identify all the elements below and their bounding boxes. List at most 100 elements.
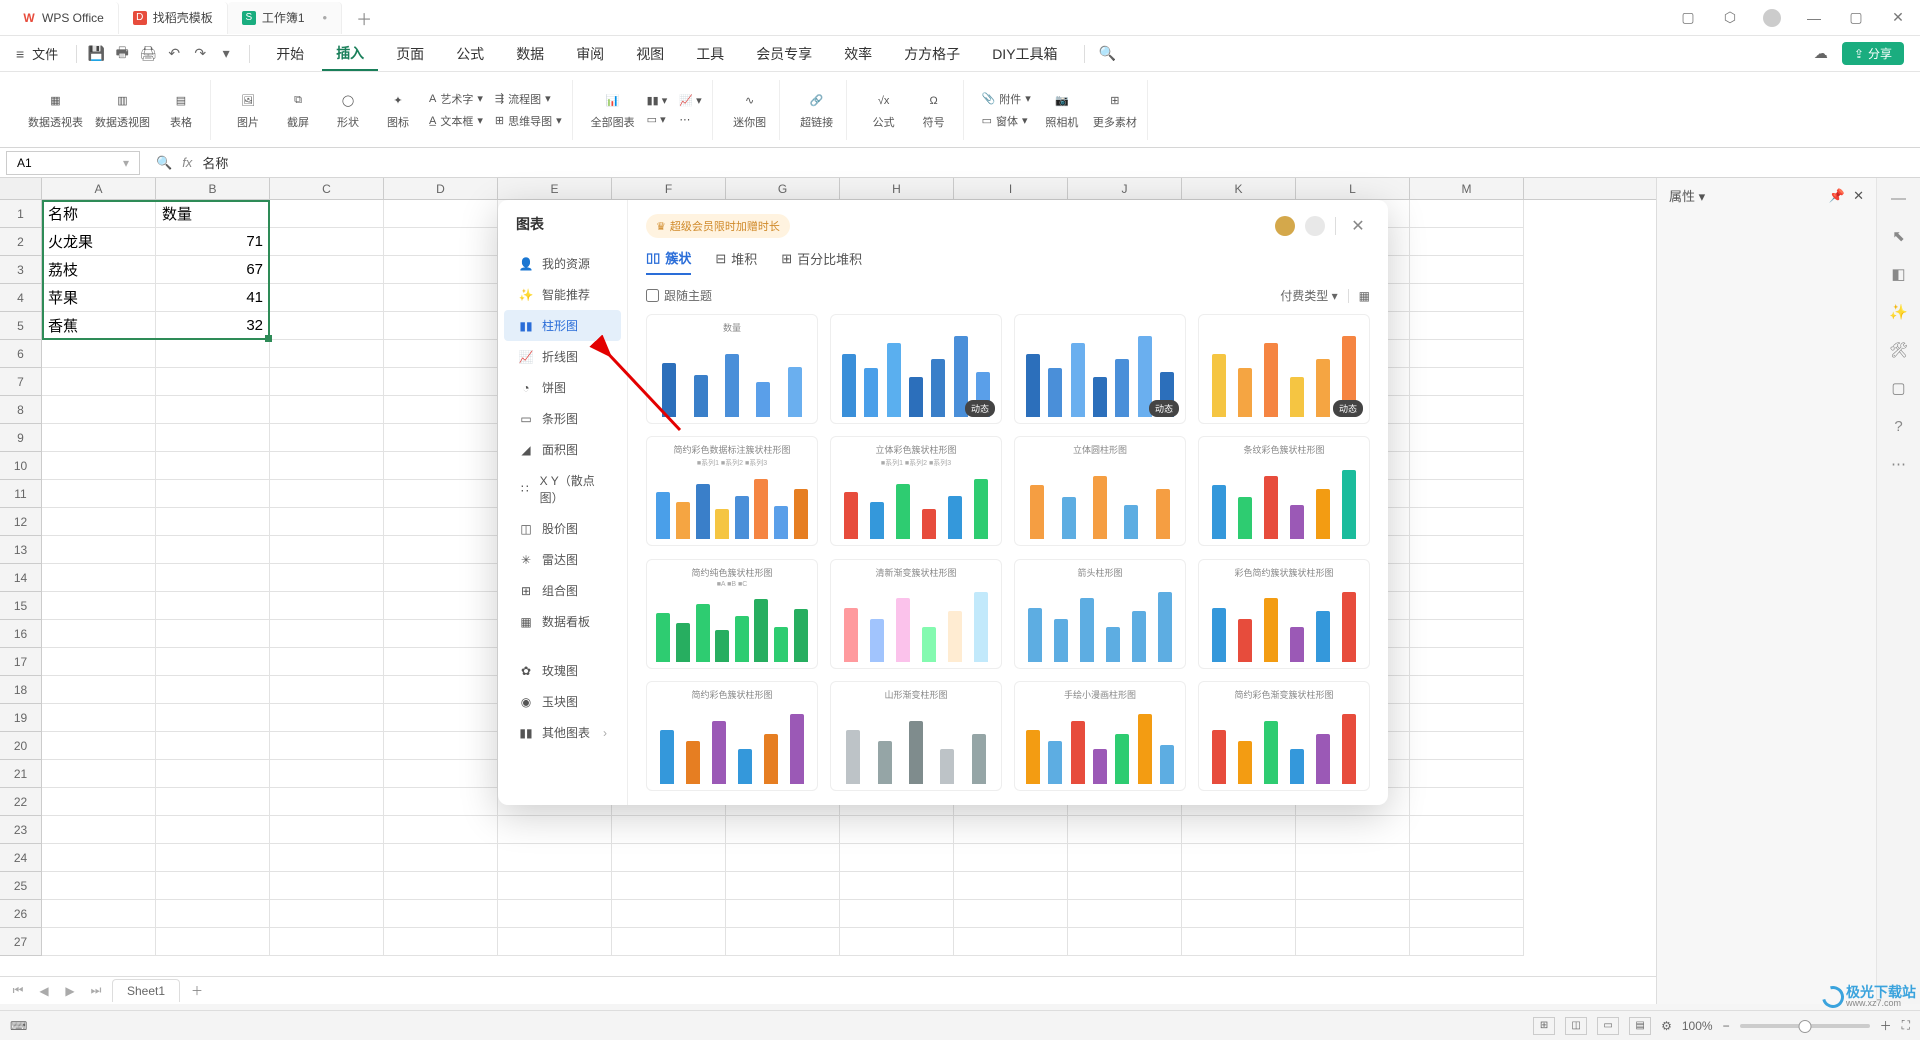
picture-button[interactable]: 🖼图片 (225, 81, 271, 139)
equation-button[interactable]: √x公式 (861, 81, 907, 139)
attachment-button[interactable]: 📎附件 ▾ (978, 89, 1035, 109)
column-chart-icon[interactable]: ▭ ▾ (643, 111, 672, 128)
col-I[interactable]: I (954, 178, 1068, 199)
tab-insert[interactable]: 插入 (322, 37, 378, 71)
col-C[interactable]: C (270, 178, 384, 199)
rail-select-icon[interactable]: ⬉ (1887, 224, 1911, 248)
zoom-out-button[interactable]: − (1723, 1019, 1730, 1033)
close-button[interactable]: ✕ (1884, 6, 1912, 30)
cell[interactable]: 名称 (42, 200, 156, 228)
chart-thumb[interactable]: 立体圆柱形图 (1014, 436, 1186, 546)
side-scatter[interactable]: ∷X Y（散点图） (504, 465, 621, 513)
cube-icon[interactable]: ⬡ (1716, 6, 1744, 30)
chart-thumb[interactable]: 简约彩色渐变簇状柱形图 (1198, 681, 1370, 791)
rail-help-icon[interactable]: ? (1887, 414, 1911, 438)
tab-templates[interactable]: D 找稻壳模板 (119, 2, 228, 34)
dropdown-icon[interactable]: ▾ (215, 43, 237, 65)
add-sheet-button[interactable]: ＋ (186, 980, 208, 1002)
pay-filter[interactable]: 付费类型 ▾ (1280, 287, 1337, 304)
side-other[interactable]: ▮▮其他图表› (504, 717, 621, 748)
side-smart[interactable]: ✨智能推荐 (504, 279, 621, 310)
menu-icon[interactable]: ≡ (16, 46, 24, 62)
rail-more-icon[interactable]: ⋯ (1887, 452, 1911, 476)
rail-style-icon[interactable]: ◧ (1887, 262, 1911, 286)
chart-thumb[interactable]: 手绘小漫画柱形图 (1014, 681, 1186, 791)
icon-button[interactable]: ✦图标 (375, 81, 421, 139)
tab-review[interactable]: 审阅 (562, 38, 618, 70)
rail-layout-icon[interactable]: ▢ (1887, 376, 1911, 400)
formula-input[interactable]: 名称 (202, 153, 228, 172)
side-column[interactable]: ▮▮柱形图 (504, 310, 621, 341)
chart-thumb[interactable]: 数量 (646, 314, 818, 424)
subtab-cluster[interactable]: ▯▯簇状 (646, 248, 691, 275)
form-button[interactable]: ▭窗体 ▾ (978, 111, 1035, 131)
status-indicator-icon[interactable]: ⌨ (10, 1019, 27, 1033)
sheet-prev-icon[interactable]: ◀ (34, 984, 54, 998)
search-icon[interactable]: 🔍 (1097, 43, 1119, 65)
pivot-chart-button[interactable]: ▥数据透视图 (91, 81, 154, 139)
pivot-table-button[interactable]: ▦数据透视表 (24, 81, 87, 139)
tab-wps[interactable]: W WPS Office (8, 2, 119, 34)
rail-collapse-icon[interactable]: — (1887, 186, 1911, 210)
cell[interactable]: 数量 (156, 200, 270, 228)
more-material-button[interactable]: ⊞更多素材 (1089, 81, 1141, 139)
more-chart-icon[interactable]: ⋯ (675, 111, 705, 128)
col-B[interactable]: B (156, 178, 270, 199)
rail-tools-icon[interactable]: 🛠 (1887, 338, 1911, 362)
minimize-button[interactable]: — (1800, 6, 1828, 30)
follow-theme-checkbox[interactable]: 跟随主题 (646, 287, 712, 304)
redo-icon[interactable]: ↷ (189, 43, 211, 65)
chart-thumb[interactable]: 箭头柱形图 (1014, 559, 1186, 669)
name-box[interactable]: A1 ▾ (6, 151, 140, 175)
tab-diy[interactable]: DIY工具箱 (978, 38, 1071, 70)
camera-button[interactable]: 📷照相机 (1039, 81, 1085, 139)
chart-thumb[interactable]: 简约彩色簇状柱形图 (646, 681, 818, 791)
tab-workbook[interactable]: S 工作簿1 • (228, 2, 342, 34)
badge-icon[interactable] (1305, 216, 1325, 236)
zoom-in-button[interactable]: ＋ (1880, 1017, 1892, 1034)
col-H[interactable]: H (840, 178, 954, 199)
pin-icon[interactable]: 📌 (1829, 188, 1845, 204)
zoom-formula-icon[interactable]: 🔍 (156, 155, 172, 171)
col-M[interactable]: M (1410, 178, 1524, 199)
bar-chart-icon[interactable]: ▮▮ ▾ (643, 92, 672, 109)
wordart-button[interactable]: A艺术字 ▾ (425, 89, 487, 109)
hyperlink-button[interactable]: 🔗超链接 (794, 81, 840, 139)
side-line[interactable]: 📈折线图 (504, 341, 621, 372)
tab-start[interactable]: 开始 (262, 38, 318, 70)
side-combo[interactable]: ⊞组合图 (504, 575, 621, 606)
layout-icon[interactable]: ▢ (1674, 6, 1702, 30)
chart-thumb[interactable]: 动态 (830, 314, 1002, 424)
all-charts-button[interactable]: 📊全部图表 (587, 81, 639, 139)
view-grid-icon[interactable]: ⊞ (1533, 1017, 1555, 1035)
side-jade[interactable]: ◉玉块图 (504, 686, 621, 717)
col-J[interactable]: J (1068, 178, 1182, 199)
settings-icon[interactable]: ⚙ (1661, 1019, 1672, 1033)
view-page-icon[interactable]: ▭ (1597, 1017, 1619, 1035)
chart-thumb[interactable]: 清新渐变簇状柱形图 (830, 559, 1002, 669)
maximize-button[interactable]: ▢ (1842, 6, 1870, 30)
screenshot-button[interactable]: ⧉截屏 (275, 81, 321, 139)
symbol-button[interactable]: Ω符号 (911, 81, 957, 139)
undo-icon[interactable]: ↶ (163, 43, 185, 65)
chart-thumb[interactable]: 条纹彩色簇状柱形图 (1198, 436, 1370, 546)
sheet-next-icon[interactable]: ▶ (60, 984, 80, 998)
save-icon[interactable]: 💾 (85, 43, 107, 65)
col-F[interactable]: F (612, 178, 726, 199)
row-header[interactable]: 1 (0, 200, 42, 228)
sheet-first-icon[interactable]: ⏮ (8, 983, 28, 998)
new-tab-button[interactable]: ＋ (342, 2, 386, 34)
tab-efficiency[interactable]: 效率 (830, 38, 886, 70)
avatar-icon[interactable] (1275, 216, 1295, 236)
chart-thumb[interactable]: 简约纯色簇状柱形图■A ■B ■C (646, 559, 818, 669)
flowchart-button[interactable]: ⇶流程图 ▾ (491, 89, 566, 109)
tab-page[interactable]: 页面 (382, 38, 438, 70)
close-pane-icon[interactable]: ✕ (1853, 188, 1864, 204)
print-preview-icon[interactable]: 🖨 (137, 43, 159, 65)
sheet-tab[interactable]: Sheet1 (112, 979, 180, 1002)
tab-member[interactable]: 会员专享 (742, 38, 826, 70)
side-stock[interactable]: ◫股价图 (504, 513, 621, 544)
rail-ai-icon[interactable]: ✨ (1887, 300, 1911, 324)
chart-thumb[interactable]: 动态 (1014, 314, 1186, 424)
tab-ffgz[interactable]: 方方格子 (890, 38, 974, 70)
